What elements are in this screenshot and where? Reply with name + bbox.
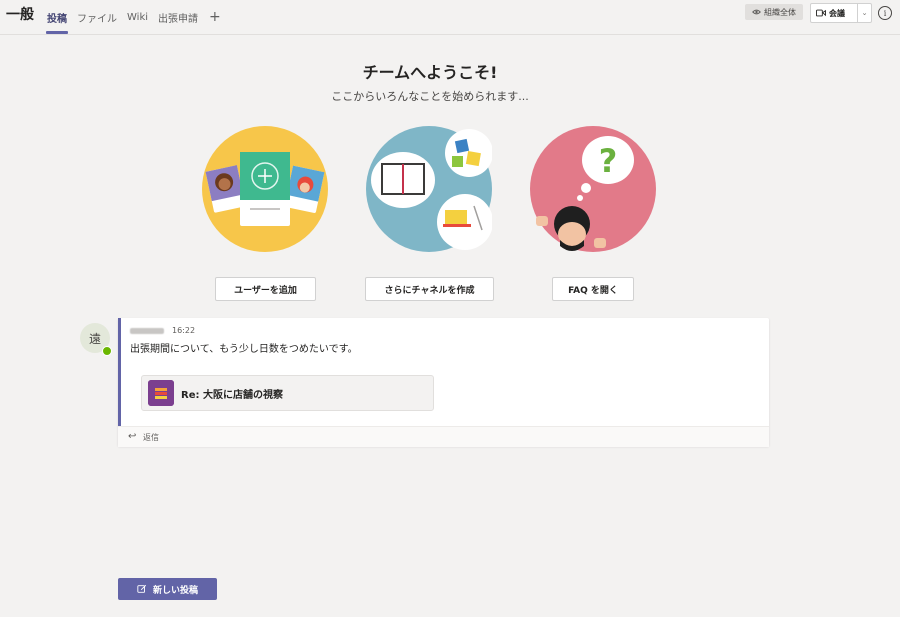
compose-icon — [137, 584, 147, 593]
message-reference-icon — [148, 380, 174, 406]
add-people-illustration — [202, 126, 328, 252]
video-camera-icon — [816, 9, 826, 17]
new-post-label: 新しい投稿 — [152, 585, 198, 596]
channel-tabs: 投稿 ファイル Wiki 出張申請 + — [42, 0, 227, 34]
post-accent-bar — [118, 318, 121, 426]
post-message: 出張期間について、もう少し日数をつめたいです。 — [130, 344, 358, 355]
welcome-title: チームへようこそ! — [362, 63, 498, 82]
team-scope-badge[interactable]: 組織全体 — [745, 4, 803, 20]
eye-icon — [752, 9, 761, 15]
create-channel-illustration — [366, 126, 492, 252]
referenced-message-title: Re: 大阪に店舗の視察 — [181, 390, 283, 401]
tab-files[interactable]: ファイル — [72, 0, 122, 34]
tab-posts[interactable]: 投稿 — [42, 0, 72, 34]
reply-label: 返信 — [143, 433, 159, 442]
create-channel-button[interactable]: さらにチャネルを作成 — [365, 277, 494, 301]
tab-wiki[interactable]: Wiki — [122, 0, 153, 34]
open-faq-button[interactable]: FAQ を開く — [552, 277, 634, 301]
channel-header: 一般 投稿 ファイル Wiki 出張申請 + 組織全体 会議 ⌄ i — [0, 0, 900, 35]
chevron-down-icon[interactable]: ⌄ — [857, 4, 871, 22]
meet-now-button[interactable]: 会議 — [811, 8, 857, 19]
team-scope-label: 組織全体 — [764, 7, 796, 17]
new-post-button[interactable]: 新しい投稿 — [118, 578, 217, 600]
reply-arrow-icon: ↩ — [128, 431, 137, 442]
presence-available-icon — [102, 346, 112, 356]
reply-bar[interactable]: ↩ 返信 — [118, 426, 769, 447]
add-user-button[interactable]: ユーザーを追加 — [215, 277, 316, 301]
svg-text:?: ? — [599, 142, 618, 180]
add-tab-button[interactable]: + — [203, 0, 227, 34]
info-icon[interactable]: i — [878, 6, 892, 20]
tab-travel-request[interactable]: 出張申請 — [153, 0, 203, 34]
faq-illustration: ? — [530, 126, 656, 252]
meet-button[interactable]: 会議 ⌄ — [810, 3, 872, 23]
welcome-subtitle: ここからいろんなことを始められます... — [331, 90, 529, 103]
channel-name: 一般 — [6, 7, 34, 23]
post-card: 16:22 出張期間について、もう少し日数をつめたいです。 Re: 大阪に店舗の… — [118, 318, 769, 447]
referenced-message-card[interactable]: Re: 大阪に店舗の視察 — [141, 375, 434, 411]
meet-label: 会議 — [829, 8, 845, 18]
author-name-redacted — [130, 328, 164, 334]
post-timestamp: 16:22 — [172, 326, 196, 335]
